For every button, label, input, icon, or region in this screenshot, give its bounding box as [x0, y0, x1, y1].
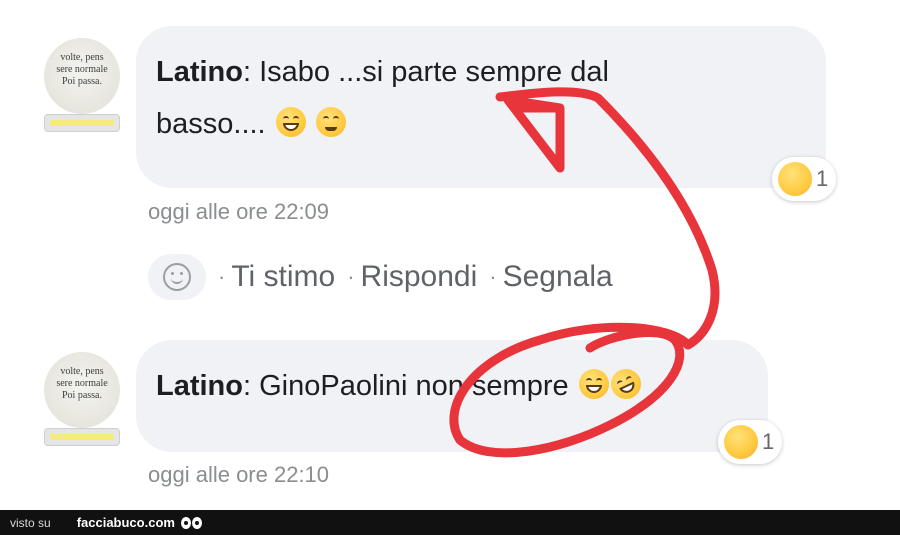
rank-badge: [44, 428, 120, 446]
winking-face-icon: [315, 107, 346, 137]
footer-visto: visto su: [10, 515, 51, 530]
face-with-tears-of-joy-icon: [778, 162, 812, 196]
rolling-on-floor-laughing-icon: [605, 364, 646, 404]
comment-author[interactable]: Latino: [156, 370, 243, 402]
comment-timestamp[interactable]: oggi alle ore 22:09: [148, 199, 329, 225]
smiley-icon: [163, 263, 191, 291]
comment-body-line1: GinoPaolini non sempre: [251, 370, 569, 402]
avatar-text: volte, pens sere normale Poi passa.: [56, 366, 108, 401]
react-button[interactable]: [148, 254, 206, 300]
comment-timestamp[interactable]: oggi alle ore 22:10: [148, 462, 329, 488]
comment-body-line2: basso....: [156, 108, 266, 140]
comment-text: Latino: GinoPaolini non sempre: [156, 362, 646, 410]
comment-body-line1: Isabo ...si parte sempre dal: [251, 56, 609, 88]
reaction-count: 1: [816, 166, 829, 191]
reply-button[interactable]: Rispondi: [361, 260, 478, 294]
grinning-face-icon: [275, 107, 306, 137]
smiling-face-with-smiling-eyes-icon: [724, 425, 758, 459]
comment-actions: · Ti stimo · Rispondi · Segnala: [148, 252, 613, 302]
comment-bubble: Latino: GinoPaolini non sempre: [136, 340, 768, 452]
footer-brand[interactable]: facciabuco.com: [77, 515, 175, 530]
rank-badge: [44, 114, 120, 132]
like-button[interactable]: Ti stimo: [231, 260, 335, 294]
footer-bar: visto su facciabuco.com: [0, 510, 900, 535]
avatar-text: volte, pens sere normale Poi passa.: [56, 52, 108, 87]
reaction-summary[interactable]: 1: [718, 420, 783, 464]
comment-text-line2: basso....: [156, 100, 346, 148]
grinning-face-icon: [578, 369, 609, 399]
avatar[interactable]: volte, pens sere normale Poi passa.: [44, 38, 120, 114]
eyes-icon: [180, 516, 203, 529]
comment-bubble: Latino: Isabo ...si parte sempre dal bas…: [136, 26, 826, 188]
report-button[interactable]: Segnala: [503, 260, 613, 294]
reaction-summary[interactable]: 1: [772, 157, 837, 201]
reaction-count: 1: [762, 429, 775, 454]
comment-text: Latino: Isabo ...si parte sempre dal: [156, 56, 609, 88]
comment-author[interactable]: Latino: [156, 56, 243, 88]
avatar[interactable]: volte, pens sere normale Poi passa.: [44, 352, 120, 428]
